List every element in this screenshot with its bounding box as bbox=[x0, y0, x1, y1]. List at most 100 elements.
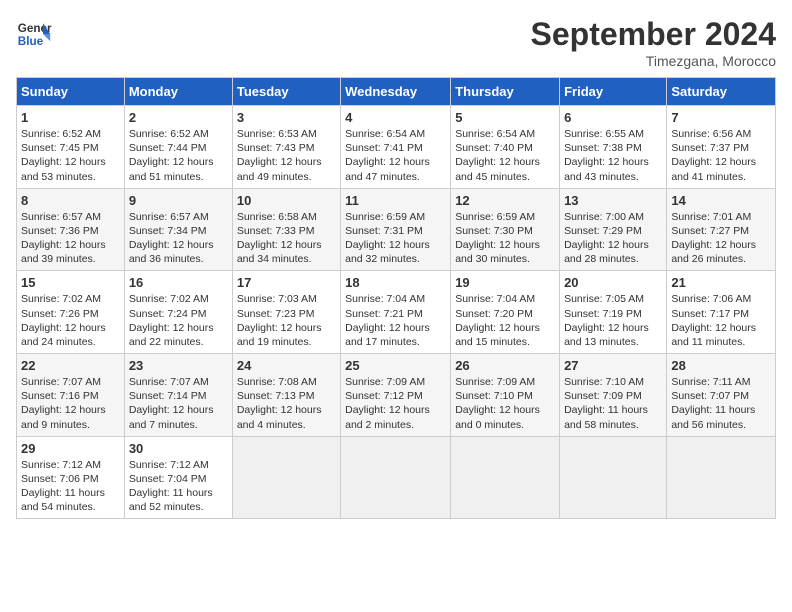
day-number: 27 bbox=[564, 358, 662, 373]
day-info: Sunrise: 7:07 AM Sunset: 7:14 PM Dayligh… bbox=[129, 375, 228, 432]
calendar-cell: 4 Sunrise: 6:54 AM Sunset: 7:41 PM Daylig… bbox=[341, 106, 451, 189]
day-number: 2 bbox=[129, 110, 228, 125]
calendar-table: SundayMondayTuesdayWednesdayThursdayFrid… bbox=[16, 77, 776, 519]
calendar-cell: 22 Sunrise: 7:07 AM Sunset: 7:16 PM Dayli… bbox=[17, 354, 125, 437]
calendar-cell bbox=[667, 436, 776, 519]
week-row-5: 29Sunrise: 7:12 AM Sunset: 7:06 PM Dayli… bbox=[17, 436, 776, 519]
calendar-cell bbox=[560, 436, 667, 519]
day-info: Sunrise: 6:52 AM Sunset: 7:44 PM Dayligh… bbox=[129, 127, 228, 184]
day-info: Sunrise: 7:02 AM Sunset: 7:26 PM Dayligh… bbox=[21, 292, 120, 349]
calendar-cell: 9 Sunrise: 6:57 AM Sunset: 7:34 PM Daylig… bbox=[124, 188, 232, 271]
calendar-cell: 27 Sunrise: 7:10 AM Sunset: 7:09 PM Dayli… bbox=[560, 354, 667, 437]
day-number: 9 bbox=[129, 193, 228, 208]
calendar-cell: 2 Sunrise: 6:52 AM Sunset: 7:44 PM Daylig… bbox=[124, 106, 232, 189]
day-info: Sunrise: 6:57 AM Sunset: 7:34 PM Dayligh… bbox=[129, 210, 228, 267]
col-header-tuesday: Tuesday bbox=[232, 78, 340, 106]
day-info: Sunrise: 6:54 AM Sunset: 7:41 PM Dayligh… bbox=[345, 127, 446, 184]
day-info: Sunrise: 7:12 AM Sunset: 7:04 PM Dayligh… bbox=[129, 458, 228, 515]
day-number: 5 bbox=[455, 110, 555, 125]
day-info: Sunrise: 7:07 AM Sunset: 7:16 PM Dayligh… bbox=[21, 375, 120, 432]
logo-icon: General Blue bbox=[16, 16, 52, 52]
calendar-cell: 10Sunrise: 6:58 AM Sunset: 7:33 PM Dayli… bbox=[232, 188, 340, 271]
calendar-cell: 6 Sunrise: 6:55 AM Sunset: 7:38 PM Daylig… bbox=[560, 106, 667, 189]
calendar-cell bbox=[451, 436, 560, 519]
day-number: 8 bbox=[21, 193, 120, 208]
calendar-cell: 7 Sunrise: 6:56 AM Sunset: 7:37 PM Daylig… bbox=[667, 106, 776, 189]
calendar-cell: 30 Sunrise: 7:12 AM Sunset: 7:04 PM Dayli… bbox=[124, 436, 232, 519]
day-number: 4 bbox=[345, 110, 446, 125]
day-number: 12 bbox=[455, 193, 555, 208]
logo: General Blue bbox=[16, 16, 52, 52]
col-header-sunday: Sunday bbox=[17, 78, 125, 106]
day-info: Sunrise: 7:06 AM Sunset: 7:17 PM Dayligh… bbox=[671, 292, 771, 349]
day-info: Sunrise: 6:57 AM Sunset: 7:36 PM Dayligh… bbox=[21, 210, 120, 267]
calendar-cell: 11Sunrise: 6:59 AM Sunset: 7:31 PM Dayli… bbox=[341, 188, 451, 271]
calendar-cell: 5 Sunrise: 6:54 AM Sunset: 7:40 PM Daylig… bbox=[451, 106, 560, 189]
calendar-cell: 18 Sunrise: 7:04 AM Sunset: 7:21 PM Dayli… bbox=[341, 271, 451, 354]
day-info: Sunrise: 7:05 AM Sunset: 7:19 PM Dayligh… bbox=[564, 292, 662, 349]
calendar-cell: 23Sunrise: 7:07 AM Sunset: 7:14 PM Dayli… bbox=[124, 354, 232, 437]
day-info: Sunrise: 7:00 AM Sunset: 7:29 PM Dayligh… bbox=[564, 210, 662, 267]
day-info: Sunrise: 6:54 AM Sunset: 7:40 PM Dayligh… bbox=[455, 127, 555, 184]
calendar-cell: 28 Sunrise: 7:11 AM Sunset: 7:07 PM Dayli… bbox=[667, 354, 776, 437]
day-number: 10 bbox=[237, 193, 336, 208]
day-number: 14 bbox=[671, 193, 771, 208]
day-info: Sunrise: 7:10 AM Sunset: 7:09 PM Dayligh… bbox=[564, 375, 662, 432]
calendar-cell: 26 Sunrise: 7:09 AM Sunset: 7:10 PM Dayli… bbox=[451, 354, 560, 437]
day-info: Sunrise: 7:09 AM Sunset: 7:10 PM Dayligh… bbox=[455, 375, 555, 432]
day-info: Sunrise: 6:59 AM Sunset: 7:31 PM Dayligh… bbox=[345, 210, 446, 267]
week-row-3: 15 Sunrise: 7:02 AM Sunset: 7:26 PM Dayli… bbox=[17, 271, 776, 354]
title-block: September 2024 Timezgana, Morocco bbox=[531, 16, 776, 69]
calendar-cell: 12 Sunrise: 6:59 AM Sunset: 7:30 PM Dayli… bbox=[451, 188, 560, 271]
location-subtitle: Timezgana, Morocco bbox=[531, 53, 776, 69]
day-info: Sunrise: 7:02 AM Sunset: 7:24 PM Dayligh… bbox=[129, 292, 228, 349]
day-info: Sunrise: 7:01 AM Sunset: 7:27 PM Dayligh… bbox=[671, 210, 771, 267]
calendar-cell: 16Sunrise: 7:02 AM Sunset: 7:24 PM Dayli… bbox=[124, 271, 232, 354]
calendar-cell: 15 Sunrise: 7:02 AM Sunset: 7:26 PM Dayli… bbox=[17, 271, 125, 354]
day-number: 19 bbox=[455, 275, 555, 290]
calendar-cell: 8 Sunrise: 6:57 AM Sunset: 7:36 PM Daylig… bbox=[17, 188, 125, 271]
day-number: 24 bbox=[237, 358, 336, 373]
day-number: 21 bbox=[671, 275, 771, 290]
week-row-1: 1Sunrise: 6:52 AM Sunset: 7:45 PM Daylig… bbox=[17, 106, 776, 189]
day-number: 28 bbox=[671, 358, 771, 373]
calendar-cell: 25Sunrise: 7:09 AM Sunset: 7:12 PM Dayli… bbox=[341, 354, 451, 437]
day-info: Sunrise: 6:59 AM Sunset: 7:30 PM Dayligh… bbox=[455, 210, 555, 267]
day-number: 20 bbox=[564, 275, 662, 290]
calendar-cell: 19 Sunrise: 7:04 AM Sunset: 7:20 PM Dayli… bbox=[451, 271, 560, 354]
day-number: 6 bbox=[564, 110, 662, 125]
calendar-cell: 17Sunrise: 7:03 AM Sunset: 7:23 PM Dayli… bbox=[232, 271, 340, 354]
calendar-cell: 20 Sunrise: 7:05 AM Sunset: 7:19 PM Dayli… bbox=[560, 271, 667, 354]
day-number: 7 bbox=[671, 110, 771, 125]
day-info: Sunrise: 7:04 AM Sunset: 7:21 PM Dayligh… bbox=[345, 292, 446, 349]
day-info: Sunrise: 7:09 AM Sunset: 7:12 PM Dayligh… bbox=[345, 375, 446, 432]
day-info: Sunrise: 7:11 AM Sunset: 7:07 PM Dayligh… bbox=[671, 375, 771, 432]
calendar-cell: 21 Sunrise: 7:06 AM Sunset: 7:17 PM Dayli… bbox=[667, 271, 776, 354]
day-number: 15 bbox=[21, 275, 120, 290]
day-info: Sunrise: 7:03 AM Sunset: 7:23 PM Dayligh… bbox=[237, 292, 336, 349]
week-row-2: 8 Sunrise: 6:57 AM Sunset: 7:36 PM Daylig… bbox=[17, 188, 776, 271]
day-info: Sunrise: 7:04 AM Sunset: 7:20 PM Dayligh… bbox=[455, 292, 555, 349]
day-number: 13 bbox=[564, 193, 662, 208]
svg-text:Blue: Blue bbox=[18, 35, 44, 48]
page-header: General Blue September 2024 Timezgana, M… bbox=[16, 16, 776, 69]
col-header-thursday: Thursday bbox=[451, 78, 560, 106]
day-number: 22 bbox=[21, 358, 120, 373]
day-info: Sunrise: 7:12 AM Sunset: 7:06 PM Dayligh… bbox=[21, 458, 120, 515]
day-info: Sunrise: 6:53 AM Sunset: 7:43 PM Dayligh… bbox=[237, 127, 336, 184]
day-number: 18 bbox=[345, 275, 446, 290]
col-header-wednesday: Wednesday bbox=[341, 78, 451, 106]
day-info: Sunrise: 6:56 AM Sunset: 7:37 PM Dayligh… bbox=[671, 127, 771, 184]
col-header-saturday: Saturday bbox=[667, 78, 776, 106]
calendar-cell: 14 Sunrise: 7:01 AM Sunset: 7:27 PM Dayli… bbox=[667, 188, 776, 271]
day-info: Sunrise: 6:52 AM Sunset: 7:45 PM Dayligh… bbox=[21, 127, 120, 184]
calendar-cell: 24 Sunrise: 7:08 AM Sunset: 7:13 PM Dayli… bbox=[232, 354, 340, 437]
col-header-monday: Monday bbox=[124, 78, 232, 106]
calendar-cell: 1Sunrise: 6:52 AM Sunset: 7:45 PM Daylig… bbox=[17, 106, 125, 189]
day-info: Sunrise: 7:08 AM Sunset: 7:13 PM Dayligh… bbox=[237, 375, 336, 432]
calendar-cell bbox=[232, 436, 340, 519]
calendar-cell: 29Sunrise: 7:12 AM Sunset: 7:06 PM Dayli… bbox=[17, 436, 125, 519]
day-number: 26 bbox=[455, 358, 555, 373]
day-info: Sunrise: 6:55 AM Sunset: 7:38 PM Dayligh… bbox=[564, 127, 662, 184]
day-number: 30 bbox=[129, 441, 228, 456]
